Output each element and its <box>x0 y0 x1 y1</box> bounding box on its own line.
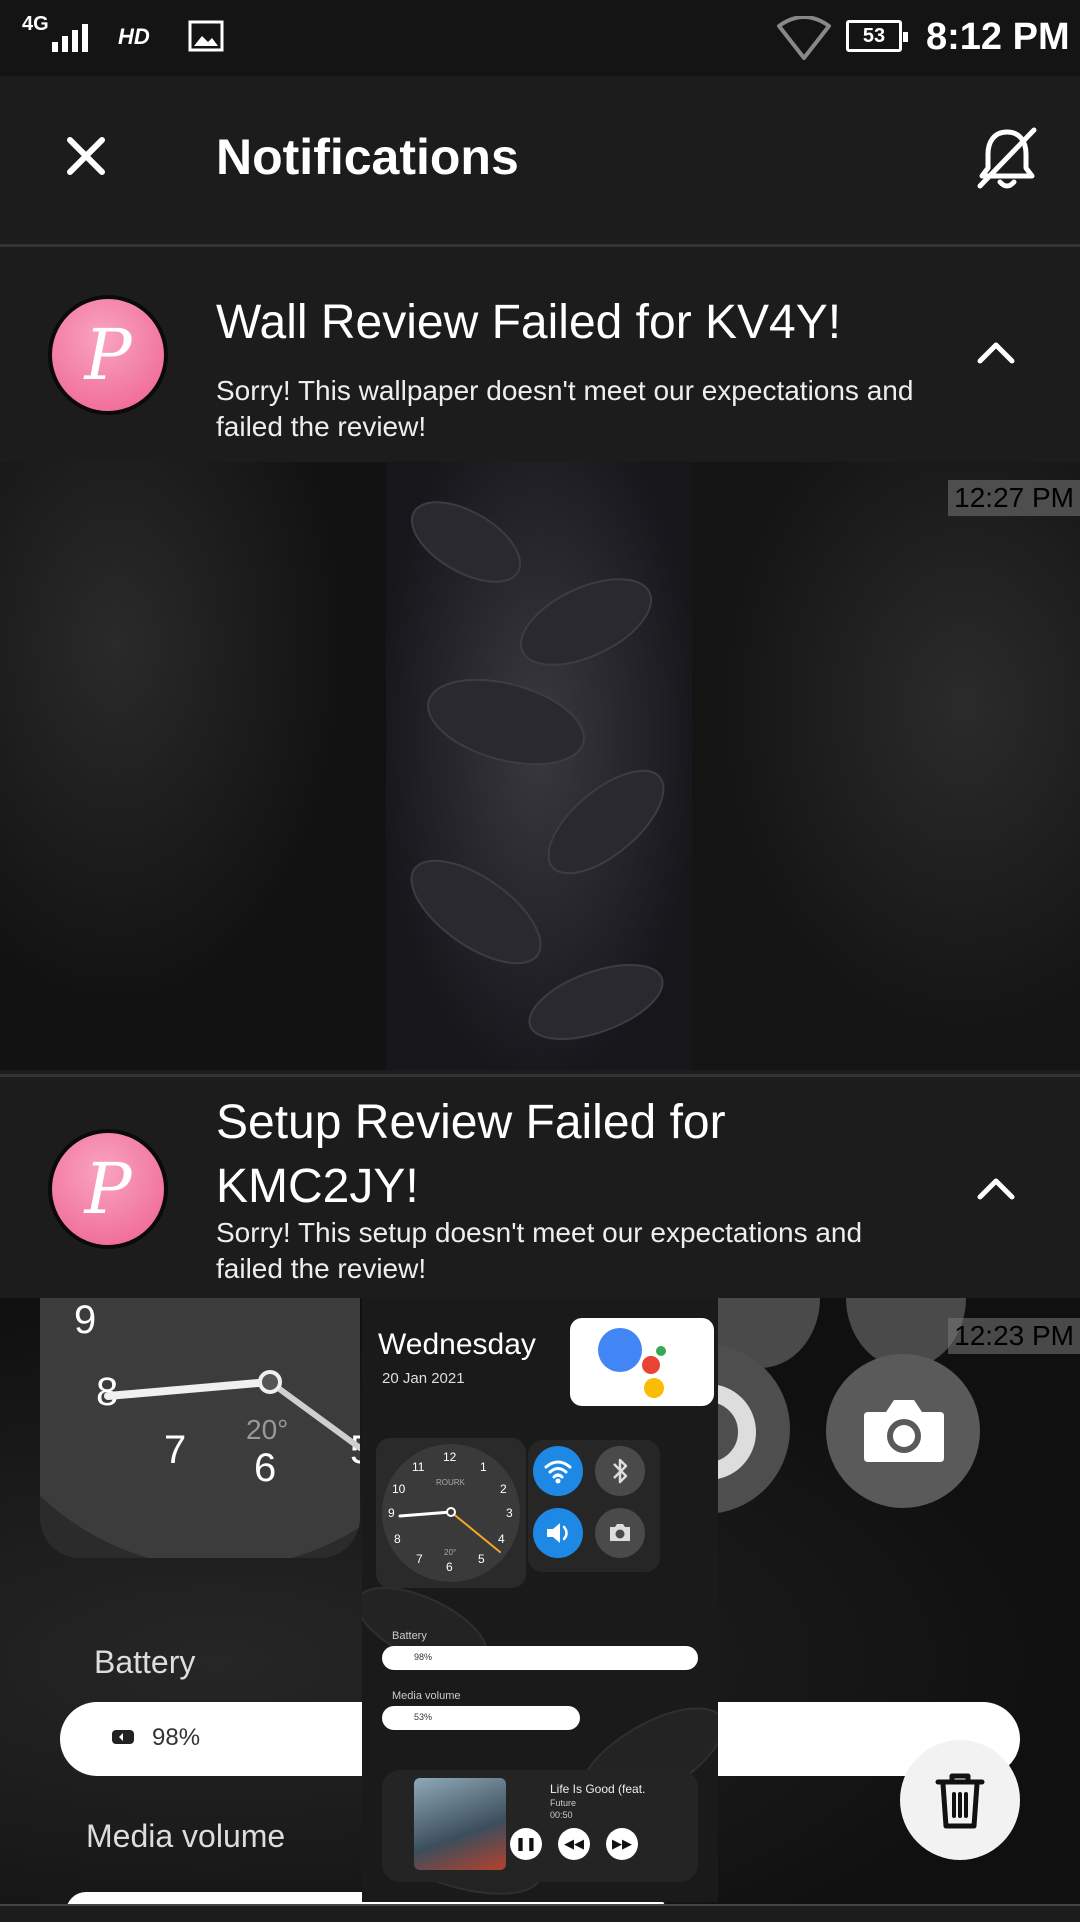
notification-card[interactable]: P Setup Review Failed for KMC2JY! Sorry!… <box>0 1074 1080 1301</box>
page-title: Notifications <box>216 129 519 185</box>
wallpaper-right-panel <box>692 462 1080 1070</box>
pause-icon: ❚❚ <box>510 1828 542 1860</box>
battery-icon: 53 <box>846 20 908 52</box>
setup-screenshot: Wednesday 20 Jan 2021 12 1 2 3 4 5 6 7 8… <box>362 1298 718 1902</box>
delete-all-button[interactable] <box>900 1740 1020 1860</box>
small-volume-bar: 53% <box>382 1706 580 1730</box>
close-icon[interactable] <box>56 126 116 186</box>
wallpaper-preview[interactable]: 12:27 PM <box>0 462 1080 1070</box>
music-widget: Life Is Good (feat. Future 00:50 ❚❚ ◀◀ ▶… <box>382 1770 698 1882</box>
sound-toggle-icon <box>533 1508 583 1558</box>
notification-title: Setup Review Failed for KMC2JY! <box>216 1096 726 1213</box>
bell-off-icon[interactable] <box>972 124 1042 194</box>
app-bar: Notifications <box>0 76 1080 247</box>
battery-label: Battery <box>94 1644 196 1680</box>
gallery-icon <box>188 20 224 52</box>
small-clock-widget: 12 1 2 3 4 5 6 7 8 9 10 11 ROURK 20° <box>376 1438 526 1588</box>
avatar: P <box>48 295 168 415</box>
small-battery-label: Battery <box>392 1630 427 1642</box>
song-title: Life Is Good (feat. <box>550 1782 646 1796</box>
notification-body: Sorry! This setup doesn't meet our expec… <box>216 1217 863 1284</box>
bluetooth-toggle-icon <box>595 1446 645 1496</box>
status-bar: 4G HD 53 8:12 PM <box>0 0 1080 76</box>
hd-icon: HD <box>118 24 150 49</box>
wallpaper-left-panel <box>0 462 386 1070</box>
rewind-icon: ◀◀ <box>558 1828 590 1860</box>
network-type: 4G <box>22 13 49 35</box>
notification-title: Wall Review Failed for KV4Y! <box>216 296 842 349</box>
date-label: 20 Jan 2021 <box>382 1370 465 1387</box>
notification-card[interactable]: P Wall Review Failed for KV4Y! Sorry! Th… <box>0 247 1080 462</box>
song-time: 00:50 <box>550 1810 573 1820</box>
media-volume-label: Media volume <box>86 1818 286 1854</box>
album-art <box>414 1778 506 1870</box>
day-label: Wednesday <box>378 1328 536 1361</box>
camera-icon <box>826 1354 980 1508</box>
notification-timestamp: 12:23 PM <box>948 1318 1080 1354</box>
chevron-up-icon[interactable] <box>970 327 1022 379</box>
camera-toggle-icon <box>595 1508 645 1558</box>
wifi-icon <box>777 16 831 60</box>
notification-timestamp: 12:27 PM <box>948 480 1080 516</box>
notification-body: Sorry! This wallpaper doesn't meet our e… <box>216 375 914 442</box>
avatar: P <box>48 1129 168 1249</box>
clock-widget: 9 8 7 6 5 20° <box>40 1298 360 1558</box>
small-volume-label: Media volume <box>392 1690 461 1702</box>
signal-icon <box>52 22 88 52</box>
chevron-up-icon[interactable] <box>970 1163 1022 1215</box>
trash-icon <box>935 1773 985 1829</box>
wifi-toggle-icon <box>533 1446 583 1496</box>
small-battery-bar: 98% <box>382 1646 698 1670</box>
artist-name: Future <box>550 1798 577 1808</box>
google-assistant-icon <box>570 1318 714 1406</box>
clock-time: 8:12 PM <box>926 16 1070 58</box>
wallpaper-center-panel <box>386 462 692 1070</box>
fast-forward-icon: ▶▶ <box>606 1828 638 1860</box>
bottom-divider <box>0 1904 1080 1922</box>
